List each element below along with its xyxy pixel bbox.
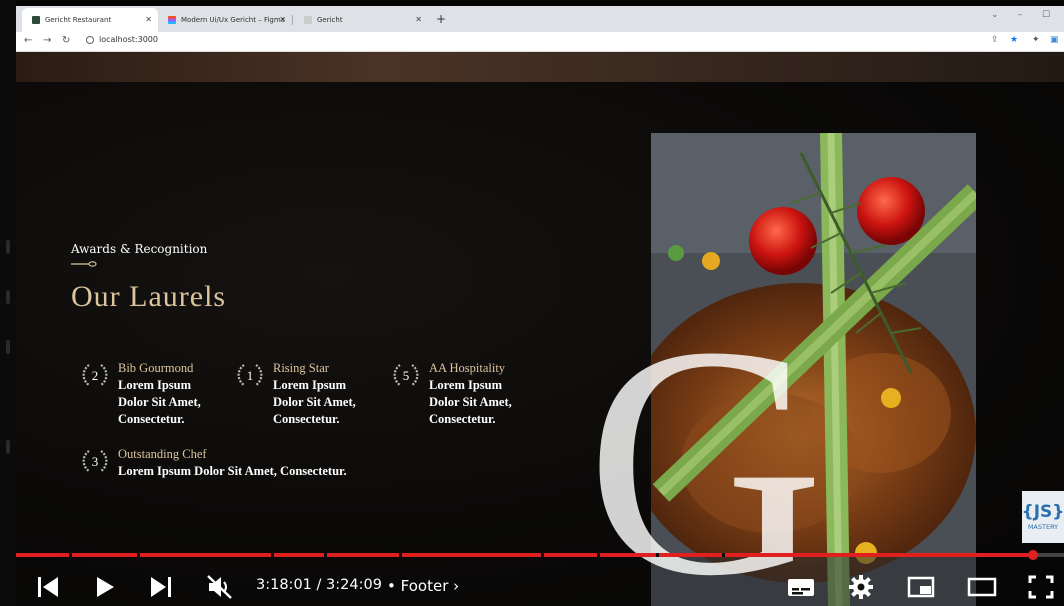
strip-mark	[6, 340, 10, 354]
globe-icon	[304, 16, 312, 24]
mute-icon[interactable]	[206, 573, 234, 601]
url-text: localhost:3000	[99, 35, 158, 44]
chapter-marker	[324, 553, 327, 557]
laurel-description: Lorem Ipsum Dolor Sit Amet, Consectetur.	[118, 464, 347, 478]
close-tab-icon[interactable]: ✕	[145, 15, 152, 24]
chapter-marker	[597, 553, 600, 557]
laurels-section: Awards & Recognition Our Laurels 2 Bib G…	[16, 52, 1064, 606]
laurel-number: 1	[247, 368, 254, 383]
laurel-title: Bib Gourmond	[118, 361, 194, 375]
previous-section-image	[16, 52, 1064, 82]
browser-tab-bar: Gericht Restaurant ✕ Modern Ui/Ux Gerich…	[16, 6, 1064, 32]
laurel-wreath-icon: 3	[82, 450, 108, 472]
strip-mark	[6, 440, 10, 454]
next-icon[interactable]	[149, 573, 173, 601]
figma-icon	[168, 16, 176, 24]
extension-icon[interactable]: ▣	[1050, 35, 1059, 45]
bullet-icon: •	[387, 577, 396, 595]
chevron-right-icon: ›	[453, 577, 460, 595]
new-tab-icon[interactable]: +	[436, 12, 446, 26]
chapter-marker	[137, 553, 140, 557]
laurel-number: 2	[92, 368, 99, 383]
info-icon	[86, 35, 94, 44]
laurel-description: Lorem Ipsum Dolor Sit Amet, Consectetur.	[429, 378, 512, 426]
chapter-marker	[69, 553, 72, 557]
laurel-title: Outstanding Chef	[118, 447, 207, 461]
time-display: 3:18:01 / 3:24:09	[256, 577, 382, 593]
decorative-letter: G	[586, 279, 825, 606]
forward-icon[interactable]: →	[43, 35, 51, 46]
laurel-number: 5	[403, 368, 410, 383]
spoon-icon	[71, 261, 97, 267]
theater-icon[interactable]	[966, 573, 998, 601]
maximize-icon[interactable]: ☐	[1042, 10, 1050, 20]
close-tab-icon[interactable]: ✕	[279, 15, 286, 24]
laurel-item: 5 AA Hospitality Lorem Ipsum Dolor Sit A…	[391, 360, 529, 428]
browser-toolbar: ← → ↻ localhost:3000 ⇪ ★ ✦ ▣	[16, 32, 1064, 52]
laurel-item: 1 Rising Star Lorem Ipsum Dolor Sit Amet…	[235, 360, 373, 428]
svg-text:{JS}: {JS}	[1022, 502, 1064, 522]
minimize-icon[interactable]: –	[1018, 10, 1023, 20]
page-title: Our Laurels	[71, 280, 227, 313]
chapter-marker	[271, 553, 274, 557]
tab-separator	[292, 15, 293, 25]
chapter-marker	[656, 553, 659, 557]
side-strip	[0, 0, 16, 606]
chapter-marker	[541, 553, 544, 557]
chapter-title: Footer	[400, 577, 449, 595]
tab-title: Gericht Restaurant	[45, 16, 112, 24]
laurel-wreath-icon: 2	[82, 364, 108, 386]
chapter-marker	[722, 553, 725, 557]
tab-figma[interactable]: Modern Ui/Ux Gericht – Figma ✕	[158, 8, 292, 32]
back-icon[interactable]: ←	[24, 35, 32, 46]
laurel-description: Lorem Ipsum Dolor Sit Amet, Consectetur.	[118, 378, 201, 426]
strip-mark	[6, 290, 10, 304]
laurel-number: 3	[92, 454, 99, 469]
strip-mark	[6, 240, 10, 254]
laurel-wreath-icon: 5	[393, 364, 419, 386]
laurel-title: Rising Star	[273, 361, 329, 375]
address-bar[interactable]: localhost:3000	[86, 35, 158, 44]
previous-icon[interactable]	[36, 573, 60, 601]
extensions-icon[interactable]: ✦	[1032, 35, 1040, 45]
video-frame: Gericht Restaurant ✕ Modern Ui/Ux Gerich…	[0, 0, 1064, 606]
tab-gericht-restaurant[interactable]: Gericht Restaurant ✕	[22, 8, 158, 32]
bookmark-star-icon[interactable]: ★	[1010, 35, 1018, 45]
close-tab-icon[interactable]: ✕	[415, 15, 422, 24]
settings-icon[interactable]	[847, 573, 875, 601]
chapter-marker	[399, 553, 402, 557]
share-icon[interactable]: ⇪	[991, 35, 999, 45]
tab-title: Modern Ui/Ux Gericht – Figma	[181, 16, 285, 24]
tab-gericht[interactable]: Gericht ✕	[294, 8, 428, 32]
laurel-item: 2 Bib Gourmond Lorem Ipsum Dolor Sit Ame…	[80, 360, 218, 428]
tab-title: Gericht	[317, 16, 343, 24]
duration: 3:24:09	[326, 577, 382, 593]
chapter-button[interactable]: • Footer ›	[387, 577, 459, 595]
scrubber-handle[interactable]	[1028, 550, 1038, 560]
svg-text:MASTERY: MASTERY	[1028, 523, 1058, 531]
current-time: 3:18:01	[256, 577, 312, 593]
progress-bar-fill	[16, 553, 1033, 557]
time-separator: /	[311, 577, 327, 593]
fullscreen-icon[interactable]	[1027, 573, 1055, 601]
laurel-title: AA Hospitality	[429, 361, 506, 375]
laurel-wreath-icon: 1	[237, 364, 263, 386]
section-subtitle: Awards & Recognition	[71, 242, 208, 256]
site-favicon-icon	[32, 16, 40, 24]
chevron-down-icon[interactable]: ⌄	[991, 10, 999, 20]
laurel-item: 3 Outstanding Chef Lorem Ipsum Dolor Sit…	[80, 446, 418, 480]
channel-watermark-logo: {JS} MASTERY	[1022, 491, 1064, 543]
play-icon[interactable]	[94, 573, 116, 601]
subtitles-icon[interactable]	[786, 573, 816, 601]
miniplayer-icon[interactable]	[906, 573, 936, 601]
laurel-description: Lorem Ipsum Dolor Sit Amet, Consectetur.	[273, 378, 356, 426]
reload-icon[interactable]: ↻	[62, 35, 70, 46]
